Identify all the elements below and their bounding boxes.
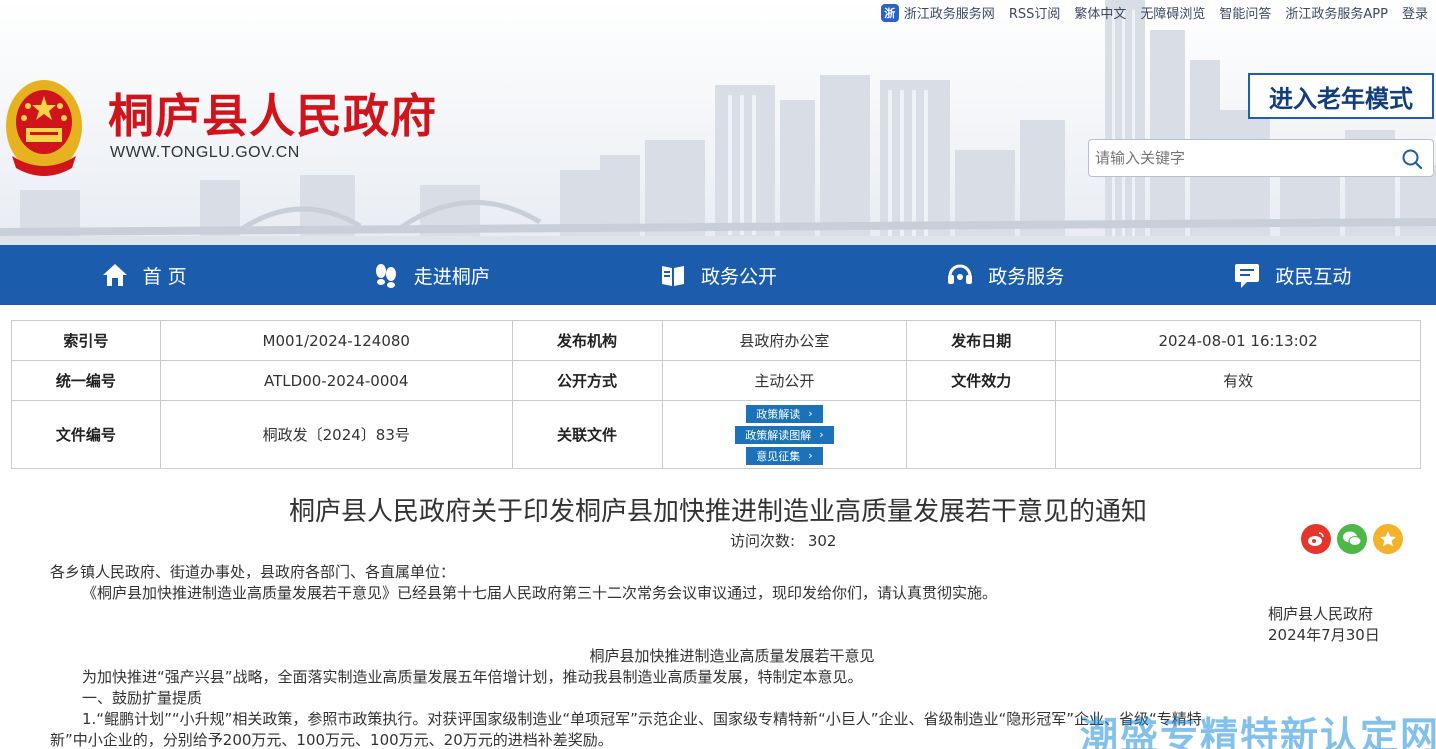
- empty-cell: [906, 400, 1057, 469]
- empty-cell: [1055, 400, 1421, 469]
- mode-label: 公开方式: [511, 360, 663, 401]
- docno-value: 桐政发〔2024〕83号: [159, 400, 513, 469]
- visit-count: 访问次数: 302: [730, 530, 836, 551]
- related-files-cell: 政策解读 › 政策解读图解 › 意见征集 ›: [661, 400, 908, 469]
- header-banner: 浙 浙江政务服务网 RSS订阅 繁体中文 无障碍浏览 智能问答 浙江政务服务AP…: [0, 0, 1436, 245]
- notice-body: 《桐庐县加快推进制造业高质量发展若干意见》已经县第十七届人民政府第三十二次常务会…: [82, 584, 998, 602]
- uid-value: ATLD00-2024-0004: [159, 360, 513, 401]
- favorite-star-icon[interactable]: [1373, 524, 1403, 554]
- footprints-icon: [375, 264, 396, 288]
- opinion-collection-button[interactable]: 意见征集 ›: [746, 446, 823, 465]
- org-label: 发布机构: [511, 320, 663, 361]
- search-input[interactable]: [1089, 141, 1389, 175]
- top-utility-bar: 浙 浙江政务服务网 RSS订阅 繁体中文 无障碍浏览 智能问答 浙江政务服务AP…: [867, 3, 1428, 22]
- intro-paragraph: 为加快推进“强产兴县”战略，全面落实制造业高质量发展五年倍增计划，推动我县制造业…: [82, 668, 863, 686]
- signer: 桐庐县人民政府: [1268, 605, 1374, 623]
- elder-mode-button[interactable]: 进入老年模式: [1248, 73, 1434, 119]
- nav-label: 政民互动: [1275, 265, 1352, 288]
- weibo-share-icon[interactable]: [1301, 524, 1331, 554]
- nav-label: 政务服务: [988, 265, 1065, 288]
- smart-qa-link[interactable]: 智能问答: [1219, 3, 1271, 22]
- visit-count-label: 访问次数:: [730, 532, 796, 550]
- date-value: 2024-08-01 16:13:02: [1055, 320, 1421, 361]
- mode-value: 主动公开: [661, 360, 908, 401]
- related-label-text: 政策解读: [756, 407, 801, 421]
- nav-item-about[interactable]: 走进桐庐: [287, 245, 574, 305]
- related-label-text: 政策解读图解: [745, 428, 812, 442]
- search-icon[interactable]: [1401, 148, 1423, 170]
- policy-graphic-button[interactable]: 政策解读图解 ›: [735, 425, 834, 444]
- zhejiang-service-label: 浙江政务服务网: [903, 7, 995, 22]
- index-label: 索引号: [11, 320, 161, 361]
- policy-interpretation-button[interactable]: 政策解读 ›: [746, 404, 823, 423]
- headset-icon: [948, 264, 973, 284]
- article-title: 桐庐县人民政府关于印发桐庐县加快推进制造业高质量发展若干意见的通知: [288, 497, 1147, 527]
- section-heading: 一、鼓励扩量提质: [82, 689, 203, 707]
- share-buttons: [1301, 524, 1403, 554]
- book-icon: [662, 266, 684, 286]
- visit-count-value: 302: [807, 532, 837, 550]
- validity-label: 文件效力: [906, 360, 1057, 401]
- nav-label: 政务公开: [701, 265, 778, 288]
- related-label-text: 意见征集: [756, 449, 801, 463]
- index-value: M001/2024-124080: [159, 320, 513, 361]
- nav-item-home[interactable]: 首 页: [0, 245, 287, 305]
- item-1-text: 1.“鲲鹏计划”“小升规”相关政策，参照市政策执行。对获评国家级制造业“单项冠军…: [82, 710, 1202, 728]
- site-title: 桐庐县人民政府: [108, 89, 437, 143]
- main-nav: 首 页 走进桐庐 政务公开 政务服务 政民互动: [0, 245, 1436, 305]
- salutation: 各乡镇人民政府、街道办事处，县政府各部门、各直属单位：: [50, 563, 456, 581]
- nav-label: 首 页: [142, 265, 187, 288]
- nav-item-public[interactable]: 政务公开: [574, 245, 861, 305]
- document-meta-table: 索引号 M001/2024-124080 发布机构 县政府办公室 发布日期 20…: [11, 320, 1421, 469]
- search-box: [1088, 139, 1434, 177]
- nav-item-interaction[interactable]: 政民互动: [1149, 245, 1436, 305]
- date-label: 发布日期: [906, 320, 1057, 361]
- national-emblem-icon: [6, 80, 82, 176]
- site-url: WWW.TONGLU.GOV.CN: [110, 144, 300, 161]
- zhejiang-service-icon: 浙: [880, 3, 899, 22]
- wechat-share-icon[interactable]: [1337, 524, 1367, 554]
- nav-label: 走进桐庐: [413, 265, 490, 288]
- related-label: 关联文件: [511, 400, 663, 469]
- zhejiang-service-link[interactable]: 浙 浙江政务服务网: [880, 3, 995, 22]
- sign-date: 2024年7月30日: [1268, 626, 1380, 644]
- home-icon: [102, 264, 127, 286]
- zhejiang-app-link[interactable]: 浙江政务服务APP: [1285, 3, 1388, 22]
- login-link[interactable]: 登录: [1402, 3, 1428, 22]
- attachment-title: 桐庐县加快推进制造业高质量发展若干意见: [589, 647, 875, 665]
- validity-value: 有效: [1055, 360, 1421, 401]
- chevron-right-icon: ›: [808, 449, 813, 462]
- chat-icon: [1235, 264, 1260, 288]
- accessibility-link[interactable]: 无障碍浏览: [1140, 3, 1205, 22]
- docno-label: 文件编号: [11, 400, 161, 469]
- chevron-right-icon: ›: [819, 428, 824, 441]
- nav-item-service[interactable]: 政务服务: [862, 245, 1149, 305]
- uid-label: 统一编号: [11, 360, 161, 401]
- traditional-chinese-link[interactable]: 繁体中文: [1074, 3, 1126, 22]
- watermark: 潮盛专精特新认定网: [1080, 714, 1436, 749]
- chevron-right-icon: ›: [808, 407, 813, 420]
- org-value: 县政府办公室: [661, 320, 908, 361]
- item-1-text-cont: 新”中小企业的，分别给予200万元、100万元、100万元、20万元的进档补差奖…: [50, 731, 613, 749]
- rss-link[interactable]: RSS订阅: [1009, 3, 1061, 22]
